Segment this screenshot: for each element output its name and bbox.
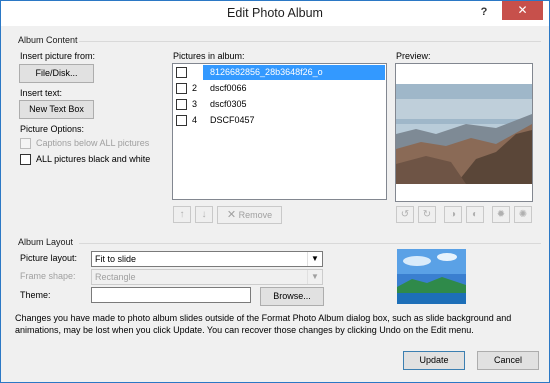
list-item-number: 1 [192,67,198,77]
frame-shape-select[interactable]: Rectangle ▼ [91,269,323,285]
chevron-down-icon: ▼ [307,270,322,284]
list-item-name: dscf0066 [210,83,247,93]
picture-layout-select[interactable]: Fit to slide ▼ [91,251,323,267]
brightness-decrease-icon[interactable]: ✺ [514,206,532,223]
pictures-listbox[interactable]: 1 8126682856_28b3648f26_o 2 dscf0066 3 d… [172,63,387,200]
brightness-increase-icon[interactable]: ✹ [492,206,510,223]
browse-button-label: Browse... [273,291,311,301]
picture-options-label: Picture Options: [20,124,85,134]
list-item-checkbox[interactable] [176,115,187,126]
remove-button-label: Remove [238,210,273,220]
list-item[interactable]: 1 8126682856_28b3648f26_o [173,65,386,80]
help-button[interactable]: ? [475,4,493,20]
contrast-increase-icon[interactable]: ◑ [444,206,462,223]
close-button[interactable]: ✕ [502,1,543,20]
list-item[interactable]: 2 dscf0066 [173,81,386,96]
insert-text-label: Insert text: [20,88,63,98]
arrow-up-icon[interactable]: ↑ [173,206,191,223]
album-content-heading: Album Content [18,35,78,45]
contrast-decrease-icon[interactable]: ◐ [466,206,484,223]
rotate-right-icon[interactable]: ↻ [418,206,436,223]
warning-message: Changes you have made to photo album sli… [15,313,512,335]
dialog-title: Edit Photo Album [227,6,323,20]
list-item-number: 4 [192,115,198,125]
list-item[interactable]: 3 dscf0305 [173,97,386,112]
album-layout-heading: Album Layout [18,237,74,247]
preview-pane [395,63,533,202]
file-disk-button[interactable]: File/Disk... [19,64,94,83]
list-item[interactable]: 4 DSCF0457 [173,113,386,128]
rotate-left-icon[interactable]: ↺ [396,206,414,223]
list-item-number: 3 [192,99,198,109]
list-item-checkbox[interactable] [176,83,187,94]
theme-input[interactable] [91,287,251,303]
insert-picture-label: Insert picture from: [20,51,96,61]
list-item-name: 8126682856_28b3648f26_o [210,67,323,77]
frame-shape-value: Rectangle [95,272,136,282]
layout-preview-image [397,249,466,304]
remove-x-icon: ✕ [226,209,237,221]
layout-preview-thumbnail [397,249,466,304]
album-layout-divider [79,243,541,244]
file-disk-button-label: File/Disk... [35,68,78,78]
preview-image [396,84,532,184]
picture-layout-label: Picture layout: [20,253,78,263]
captions-below-checkbox[interactable] [20,138,31,149]
update-button[interactable]: Update [403,351,465,370]
cancel-button-label: Cancel [493,355,522,365]
remove-button[interactable]: ✕ Remove [217,206,282,224]
new-text-box-button[interactable]: New Text Box [19,100,94,119]
arrow-down-icon[interactable]: ↓ [195,206,213,223]
list-item-checkbox[interactable] [176,67,187,78]
cancel-button[interactable]: Cancel [477,351,539,370]
black-and-white-label: ALL pictures black and white [36,154,151,164]
frame-shape-label: Frame shape: [20,271,76,281]
theme-label: Theme: [20,290,51,300]
list-item-name: DSCF0457 [210,115,255,125]
list-item-name: dscf0305 [210,99,247,109]
edit-photo-album-dialog: Edit Photo Album ? ✕ Album Content Inser… [0,0,550,383]
pictures-in-album-label: Pictures in album: [173,51,245,61]
black-and-white-checkbox[interactable] [20,154,31,165]
browse-button[interactable]: Browse... [260,287,324,306]
album-content-divider [79,41,541,42]
preview-label: Preview: [396,51,431,61]
captions-below-label: Captions below ALL pictures [36,138,150,148]
chevron-down-icon: ▼ [307,252,322,266]
list-item-checkbox[interactable] [176,99,187,110]
new-text-box-button-label: New Text Box [29,104,84,114]
title-bar: Edit Photo Album ? ✕ [1,1,549,26]
list-item-number: 2 [192,83,198,93]
update-button-label: Update [419,355,449,365]
picture-layout-value: Fit to slide [95,254,137,264]
